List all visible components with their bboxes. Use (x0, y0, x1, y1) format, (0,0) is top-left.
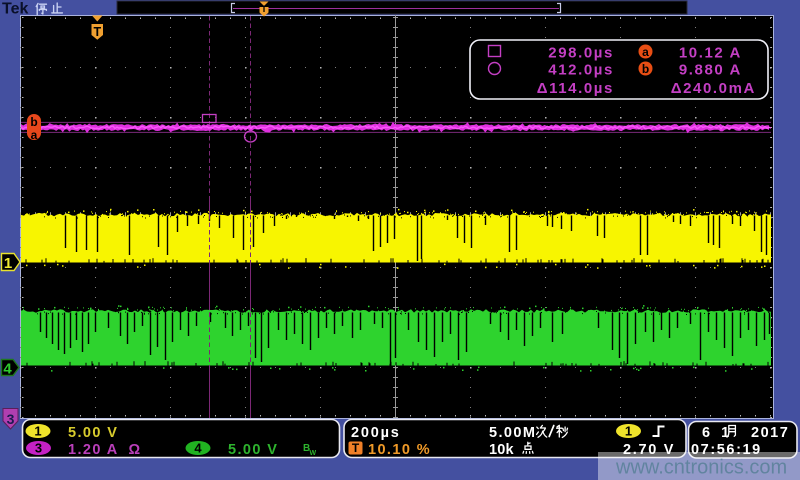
svg-text:1.20 A: 1.20 A (68, 442, 119, 458)
svg-text:200µs: 200µs (351, 425, 401, 441)
svg-text:4: 4 (194, 441, 202, 456)
svg-text:412.0µs: 412.0µs (548, 62, 614, 79)
svg-text:b: b (642, 62, 649, 76)
svg-text:T: T (93, 25, 101, 39)
svg-text:www.cntronics.com: www.cntronics.com (615, 457, 787, 479)
svg-text:Ω: Ω (129, 442, 142, 458)
svg-text:9.880 A: 9.880 A (679, 62, 742, 79)
svg-text:2017: 2017 (751, 425, 789, 441)
svg-text:4: 4 (3, 361, 12, 378)
svg-text:298.0µs: 298.0µs (548, 45, 614, 62)
svg-text:10k: 10k (489, 442, 515, 458)
svg-text:W: W (310, 450, 317, 457)
svg-text:T: T (352, 441, 360, 455)
svg-text:5.00 V: 5.00 V (68, 425, 118, 441)
svg-text:1: 1 (4, 255, 12, 272)
svg-text:a: a (31, 128, 38, 142)
svg-text:6 1: 6 1 (702, 425, 733, 441)
svg-text:b: b (30, 115, 37, 129)
svg-text:1: 1 (34, 424, 41, 439)
svg-text:10.10 %: 10.10 % (368, 442, 431, 458)
svg-text:1: 1 (625, 424, 632, 439)
svg-text:10.12 A: 10.12 A (679, 45, 742, 62)
svg-text:5.00 V: 5.00 V (228, 442, 278, 458)
svg-text:Δ240.0mA: Δ240.0mA (671, 80, 756, 97)
svg-text:T: T (261, 4, 267, 14)
svg-text:Tek: Tek (2, 1, 28, 18)
svg-text:Δ114.0µs: Δ114.0µs (537, 80, 614, 97)
svg-text:a: a (642, 45, 649, 59)
svg-text:3: 3 (35, 441, 42, 456)
svg-text:3: 3 (7, 411, 15, 427)
svg-text:5.00M: 5.00M (489, 425, 536, 441)
